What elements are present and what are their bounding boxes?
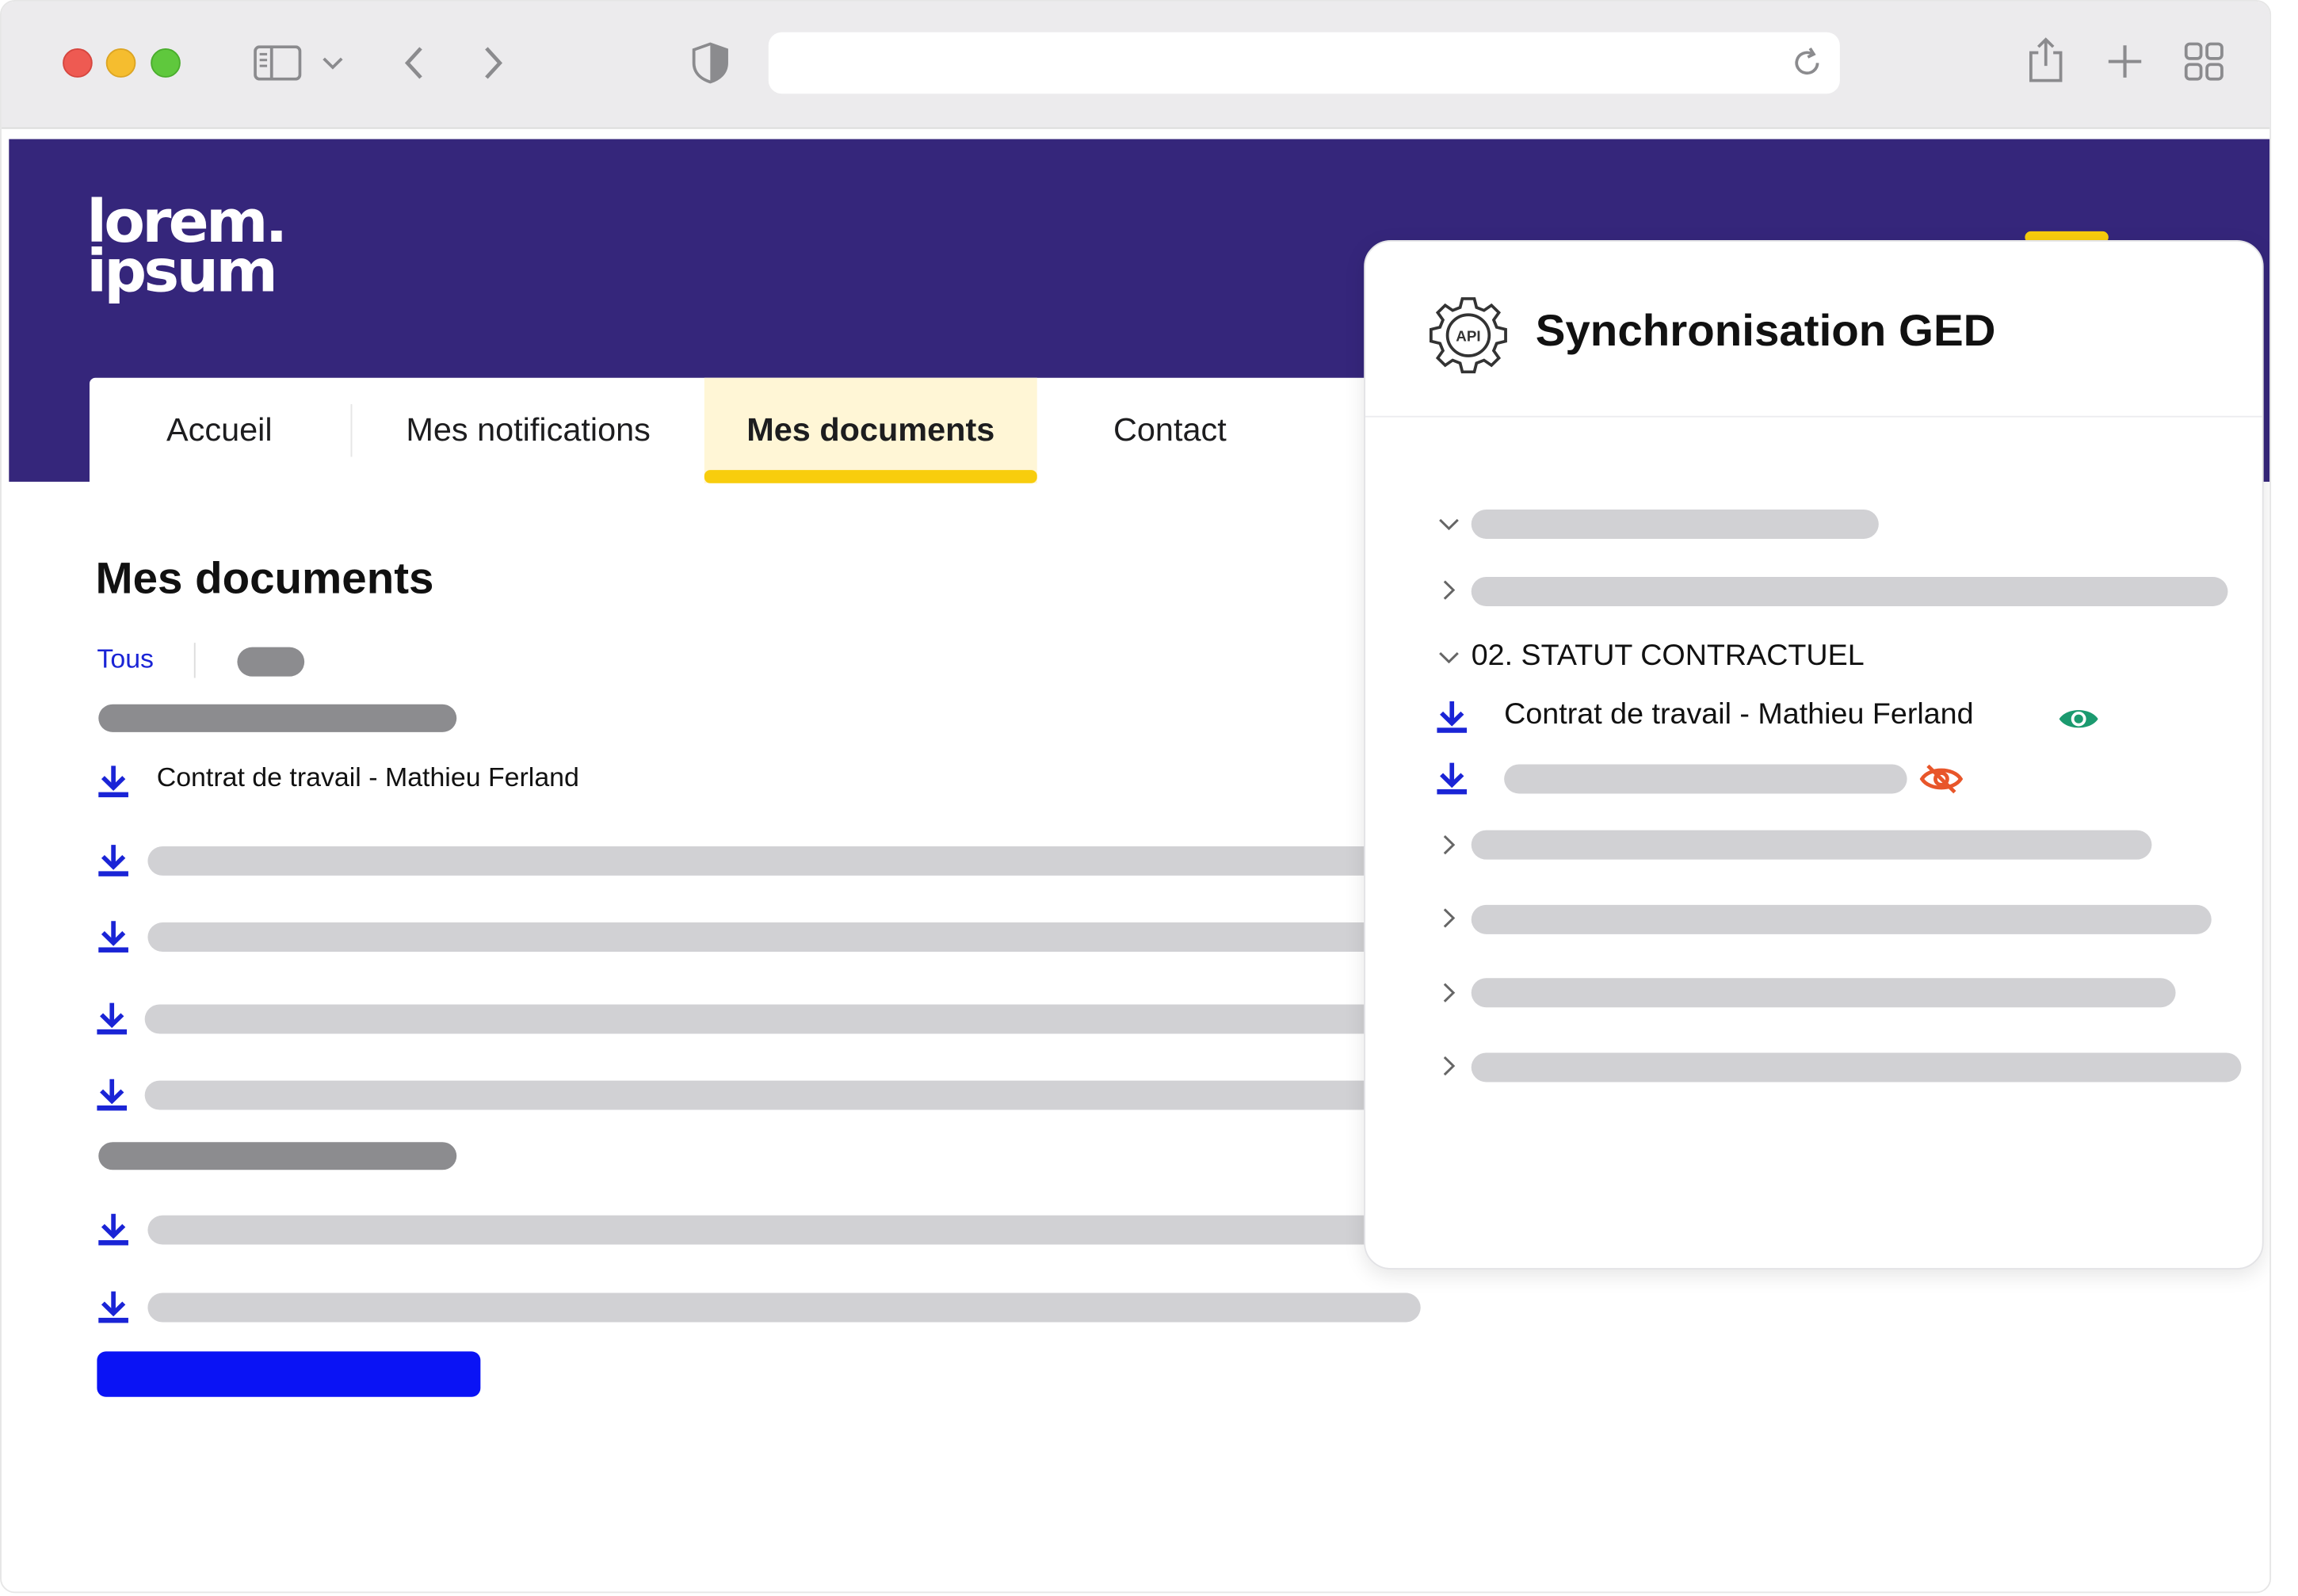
panel-title: Synchronisation GED [1535,307,1996,356]
document-placeholder-line [147,1215,1421,1245]
tab-overview-icon[interactable] [2183,41,2225,82]
primary-action-button[interactable] [97,1351,481,1397]
group-heading-placeholder [98,704,457,732]
panel-header-divider [1365,415,2262,418]
api-label: API [1456,328,1480,345]
screenshot: lorem. ipsum Accueil Mes notifications M… [0,0,2298,1596]
download-icon[interactable] [1436,700,1468,735]
document-placeholder-line[interactable] [1504,764,1907,794]
tree-folder-placeholder[interactable] [1471,1052,2242,1082]
download-icon[interactable] [97,1290,129,1325]
chevron-right-icon[interactable] [1438,1056,1459,1076]
privacy-shield-icon[interactable] [691,41,730,85]
forward-icon[interactable] [479,45,506,80]
chevron-down-icon[interactable] [321,54,345,71]
download-icon[interactable] [97,843,129,878]
filter-all-tab[interactable]: Tous [97,644,154,675]
tree-folder-placeholder[interactable] [1471,978,2176,1008]
site-logo[interactable]: lorem. ipsum [86,193,288,302]
filter-divider [193,643,196,678]
document-placeholder-line [144,1080,1421,1110]
group-heading-placeholder [98,1142,457,1170]
document-placeholder-line [144,1004,1421,1034]
document-title[interactable]: Contrat de travail - Mathieu Ferland [157,763,579,794]
panel-document-title[interactable]: Contrat de travail - Mathieu Ferland [1504,698,1973,731]
ged-sync-panel: API Synchronisation GED 02. STATUT CONTR… [1364,240,2264,1270]
api-gear-icon: API [1426,294,1510,376]
minimize-window-button[interactable] [105,48,136,78]
page-title: Mes documents [95,555,434,604]
new-tab-icon[interactable] [2105,43,2144,81]
chevron-down-icon[interactable] [1438,514,1459,535]
tree-folder-placeholder[interactable] [1471,904,2212,934]
nav-item-accueil[interactable]: Accueil [90,378,349,483]
filter-tab-placeholder[interactable] [237,647,305,677]
chevron-right-icon[interactable] [1438,834,1459,855]
document-placeholder-line [147,1292,1421,1323]
download-icon[interactable] [1436,762,1468,796]
tree-folder-placeholder[interactable] [1471,576,2228,606]
tree-folder-statut-contractuel[interactable]: 02. STATUT CONTRACTUEL [1472,640,1865,673]
chevron-right-icon[interactable] [1438,580,1459,601]
address-bar[interactable] [768,32,1840,94]
chevron-down-icon[interactable] [1438,647,1459,668]
document-placeholder-line [147,922,1421,953]
chevron-right-icon[interactable] [1438,983,1459,1003]
maximize-window-button[interactable] [151,48,181,78]
share-icon[interactable] [2026,36,2065,83]
download-icon[interactable] [97,764,129,799]
canvas: lorem. ipsum Accueil Mes notifications M… [0,0,2298,1596]
back-icon[interactable] [402,45,429,80]
browser-window: lorem. ipsum Accueil Mes notifications M… [0,0,2272,1594]
download-icon[interactable] [97,1212,129,1247]
download-icon[interactable] [97,919,129,954]
document-placeholder-line [147,846,1421,876]
nav-item-contact[interactable]: Contact [1037,378,1303,483]
sidebar-toggle-icon[interactable] [254,45,302,81]
chevron-right-icon[interactable] [1438,908,1459,929]
nav-item-mes-notifications[interactable]: Mes notifications [352,378,704,483]
eye-slash-icon[interactable] [1919,763,1964,796]
browser-toolbar [1,1,2270,129]
close-window-button[interactable] [63,48,93,78]
eye-icon[interactable] [2056,703,2101,735]
reload-icon[interactable] [1791,47,1823,79]
main-nav: Accueil Mes notifications Mes documents … [89,377,1403,483]
nav-item-mes-documents[interactable]: Mes documents [704,377,1037,483]
tree-folder-placeholder[interactable] [1471,830,2152,860]
tree-folder-placeholder[interactable] [1471,509,1879,539]
download-icon[interactable] [96,1078,128,1113]
download-icon[interactable] [96,1002,128,1037]
